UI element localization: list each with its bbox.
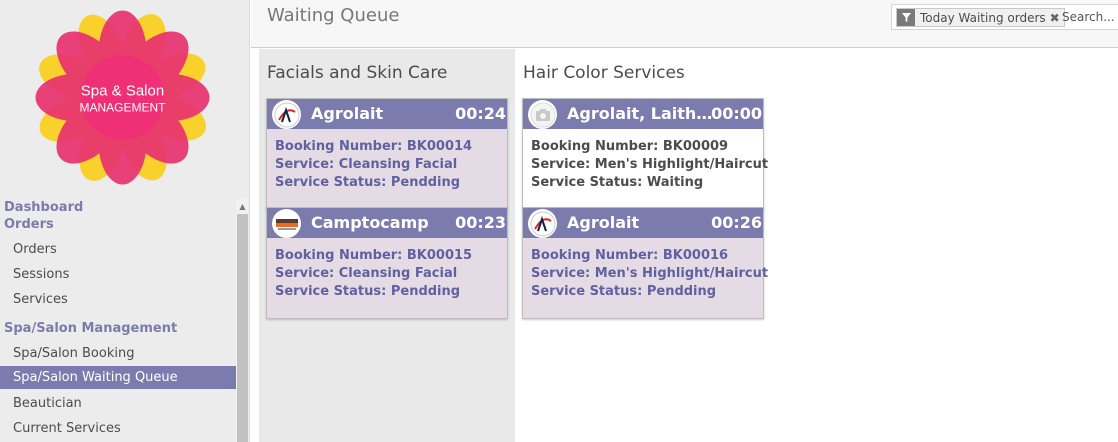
service-name: Service: Cleansing Facial — [275, 157, 458, 172]
service-status: Service Status: Pendding — [275, 175, 461, 190]
service-name: Service: Men's Highlight/Haircut — [531, 266, 769, 281]
spa-salon-logo[interactable]: Spa & Salon MANAGEMENT — [35, 10, 210, 185]
kanban-column: Hair Color Services Agrolait, Laith Ju..… — [515, 49, 771, 442]
kanban-column: Facials and Skin Care Agrolait 00:24 Boo… — [259, 49, 515, 442]
control-panel: Waiting Queue Today Waiting orders ✖ — [251, 0, 1118, 48]
sidebar: Spa & Salon MANAGEMENT Dashboard Orders … — [0, 0, 250, 442]
customer-name: Agrolait, Laith Ju... — [567, 104, 717, 123]
menu-item-beautician[interactable]: Beautician — [0, 391, 236, 416]
card-header: Agrolait 00:26 — [523, 208, 763, 238]
camera-placeholder-icon — [528, 100, 557, 129]
agrolait-logo-icon — [528, 209, 557, 238]
menu-item-services[interactable]: Services — [0, 287, 236, 312]
camptocamp-logo-icon — [272, 209, 301, 238]
menu-scrollbar[interactable]: ▲ — [236, 198, 249, 442]
filter-icon — [897, 9, 915, 26]
booking-number: Booking Number: BK00015 — [275, 248, 473, 263]
menu-item-orders[interactable]: Orders — [0, 237, 236, 262]
menu-item-sessions[interactable]: Sessions — [0, 262, 236, 287]
service-status: Service Status: Pendding — [275, 284, 461, 299]
logo-line2: MANAGEMENT — [79, 101, 166, 115]
service-name: Service: Cleansing Facial — [275, 266, 458, 281]
menu-section-orders[interactable]: Orders — [0, 216, 236, 234]
kanban-view: Facials and Skin Care Agrolait 00:24 Boo… — [251, 49, 1118, 442]
search-box[interactable]: Today Waiting orders ✖ — [891, 4, 1118, 30]
service-status: Service Status: Waiting — [531, 175, 704, 190]
service-name: Service: Men's Highlight/Haircut — [531, 157, 769, 172]
booking-card[interactable]: Agrolait 00:24 Booking Number: BK00014 S… — [266, 98, 508, 210]
customer-name: Agrolait — [567, 213, 640, 232]
booking-card[interactable]: Agrolait, Laith Ju... 00:00 Booking Numb… — [522, 98, 768, 210]
card-header: Camptocamp 00:23 — [267, 208, 507, 238]
menu-item-spa-booking[interactable]: Spa/Salon Booking — [0, 341, 236, 366]
booking-number: Booking Number: BK00009 — [531, 139, 729, 154]
filter-facet[interactable]: Today Waiting orders ✖ — [896, 8, 1065, 27]
service-status: Service Status: Pendding — [531, 284, 717, 299]
wait-time: 00:00 — [711, 104, 762, 123]
menu-section-spa-salon: Spa/Salon Management — [4, 321, 178, 336]
menu-dashboard[interactable]: Dashboard — [0, 198, 236, 216]
logo-line1: Spa & Salon — [81, 83, 164, 100]
page-title: Waiting Queue — [267, 5, 400, 26]
menu-item-waiting-queue[interactable]: Spa/Salon Waiting Queue — [0, 366, 236, 389]
wait-time: 00:24 — [455, 104, 506, 123]
booking-number: Booking Number: BK00016 — [531, 248, 729, 263]
app-menu: Dashboard Orders Orders Sessions Service… — [0, 198, 236, 442]
customer-name: Agrolait — [311, 104, 384, 123]
booking-card[interactable]: Agrolait 00:26 Booking Number: BK00016 S… — [522, 207, 768, 319]
search-input[interactable] — [1062, 7, 1118, 27]
card-header: Agrolait 00:24 — [267, 99, 507, 129]
scroll-up-arrow-icon[interactable]: ▲ — [236, 202, 249, 212]
wait-time: 00:26 — [711, 213, 762, 232]
booking-number: Booking Number: BK00014 — [275, 139, 473, 154]
card-header: Agrolait, Laith Ju... 00:00 — [523, 99, 763, 129]
booking-card[interactable]: Camptocamp 00:23 Booking Number: BK00015… — [266, 207, 508, 319]
agrolait-logo-icon — [272, 100, 301, 129]
column-title: Facials and Skin Care — [267, 63, 448, 83]
scroll-thumb[interactable] — [237, 214, 248, 442]
column-title: Hair Color Services — [523, 63, 685, 83]
menu-item-current-services[interactable]: Current Services — [0, 416, 236, 441]
customer-name: Camptocamp — [311, 213, 429, 232]
wait-time: 00:23 — [455, 213, 506, 232]
filter-facet-label: Today Waiting orders — [920, 10, 1046, 25]
